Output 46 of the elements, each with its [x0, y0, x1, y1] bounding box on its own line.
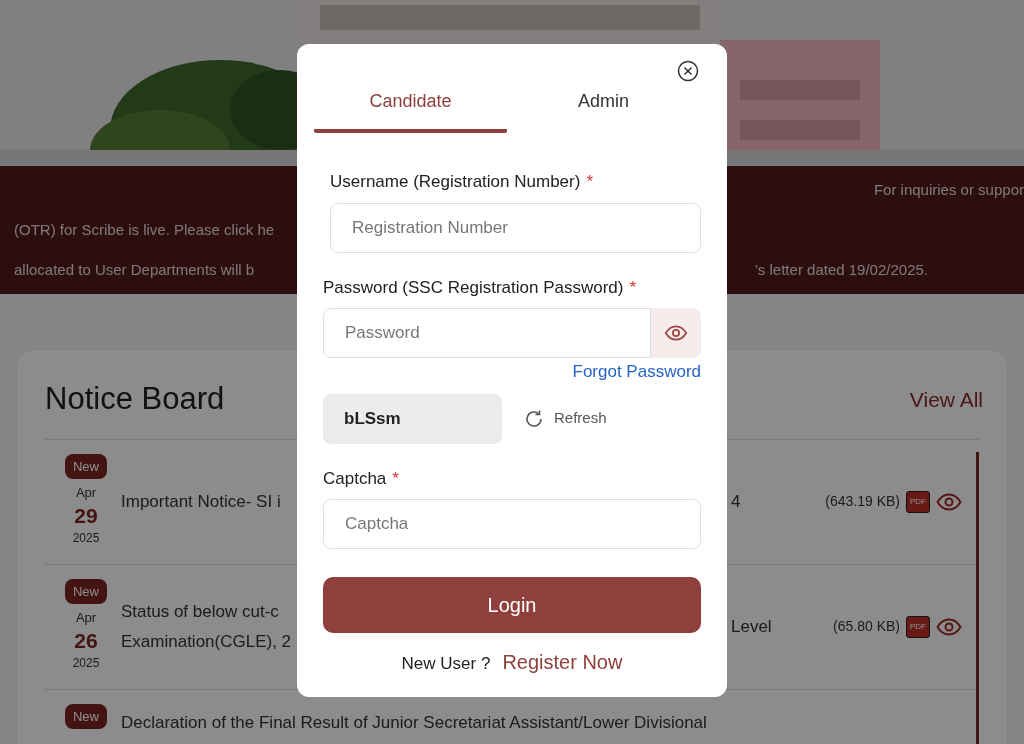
tab[interactable]: Candidate [314, 88, 507, 133]
ticker-text: (OTR) for Scribe is live. Please click he [14, 219, 275, 240]
username-field[interactable]: Registration Number [330, 202, 701, 253]
forgot-password-link[interactable]: Forgot Password [572, 359, 701, 385]
refresh-button[interactable]: Refresh [524, 407, 607, 430]
date-day: 26 [74, 627, 98, 654]
captcha-field[interactable]: Captcha [323, 499, 701, 549]
notice-text[interactable]: Declaration of the Final Result of Junior Secretariat Assistant/Lower Divisional [121, 709, 727, 735]
new-badge: New [65, 453, 107, 479]
field-label: Password (SSC Registration Password) [323, 276, 624, 299]
field-label: Captcha [323, 467, 387, 490]
field-label: Username (Registration Number) [330, 171, 581, 193]
file-size: (65.80 KB) [833, 617, 900, 636]
date-month: Apr [75, 484, 97, 502]
view-icon[interactable] [936, 492, 962, 511]
date-year: 2025 [72, 529, 100, 547]
ticker-text: ’s letter dated 19/02/2025. [754, 259, 928, 280]
pdf-icon[interactable]: PDF [906, 490, 930, 513]
refresh-icon [524, 408, 544, 429]
new-user-text: New User ? [401, 653, 491, 675]
register-link[interactable]: Register Now [502, 647, 623, 677]
eye-icon [664, 325, 688, 341]
date-year: 2025 [72, 654, 100, 672]
ticker-text: allocated to User Departments will b [14, 259, 255, 280]
captcha-image: bLSsm [323, 393, 502, 444]
file-size: (643.19 KB) [825, 492, 900, 511]
required-mark: * [586, 171, 593, 193]
required-mark: * [629, 276, 637, 299]
show-password-button[interactable] [651, 308, 701, 358]
pdf-icon[interactable]: PDF [906, 615, 930, 638]
ticker-text: For inquiries or suppor [873, 179, 1024, 200]
scrollbar[interactable] [976, 451, 979, 744]
required-mark: * [392, 467, 399, 490]
notice-board-title: Notice Board [45, 380, 225, 418]
new-badge: New [65, 703, 107, 729]
tab[interactable]: Admin [507, 88, 700, 133]
new-badge: New [65, 578, 107, 604]
date-month: Apr [75, 609, 97, 627]
password-field[interactable]: Password [323, 308, 651, 358]
notice-text[interactable]: 4 [731, 488, 741, 515]
notice-text[interactable]: Level [731, 613, 772, 640]
login-button[interactable]: Login [323, 577, 701, 633]
view-all-link[interactable]: View All [909, 383, 983, 415]
view-icon[interactable] [936, 617, 962, 636]
date-day: 29 [74, 502, 98, 529]
close-icon[interactable] [677, 60, 699, 82]
